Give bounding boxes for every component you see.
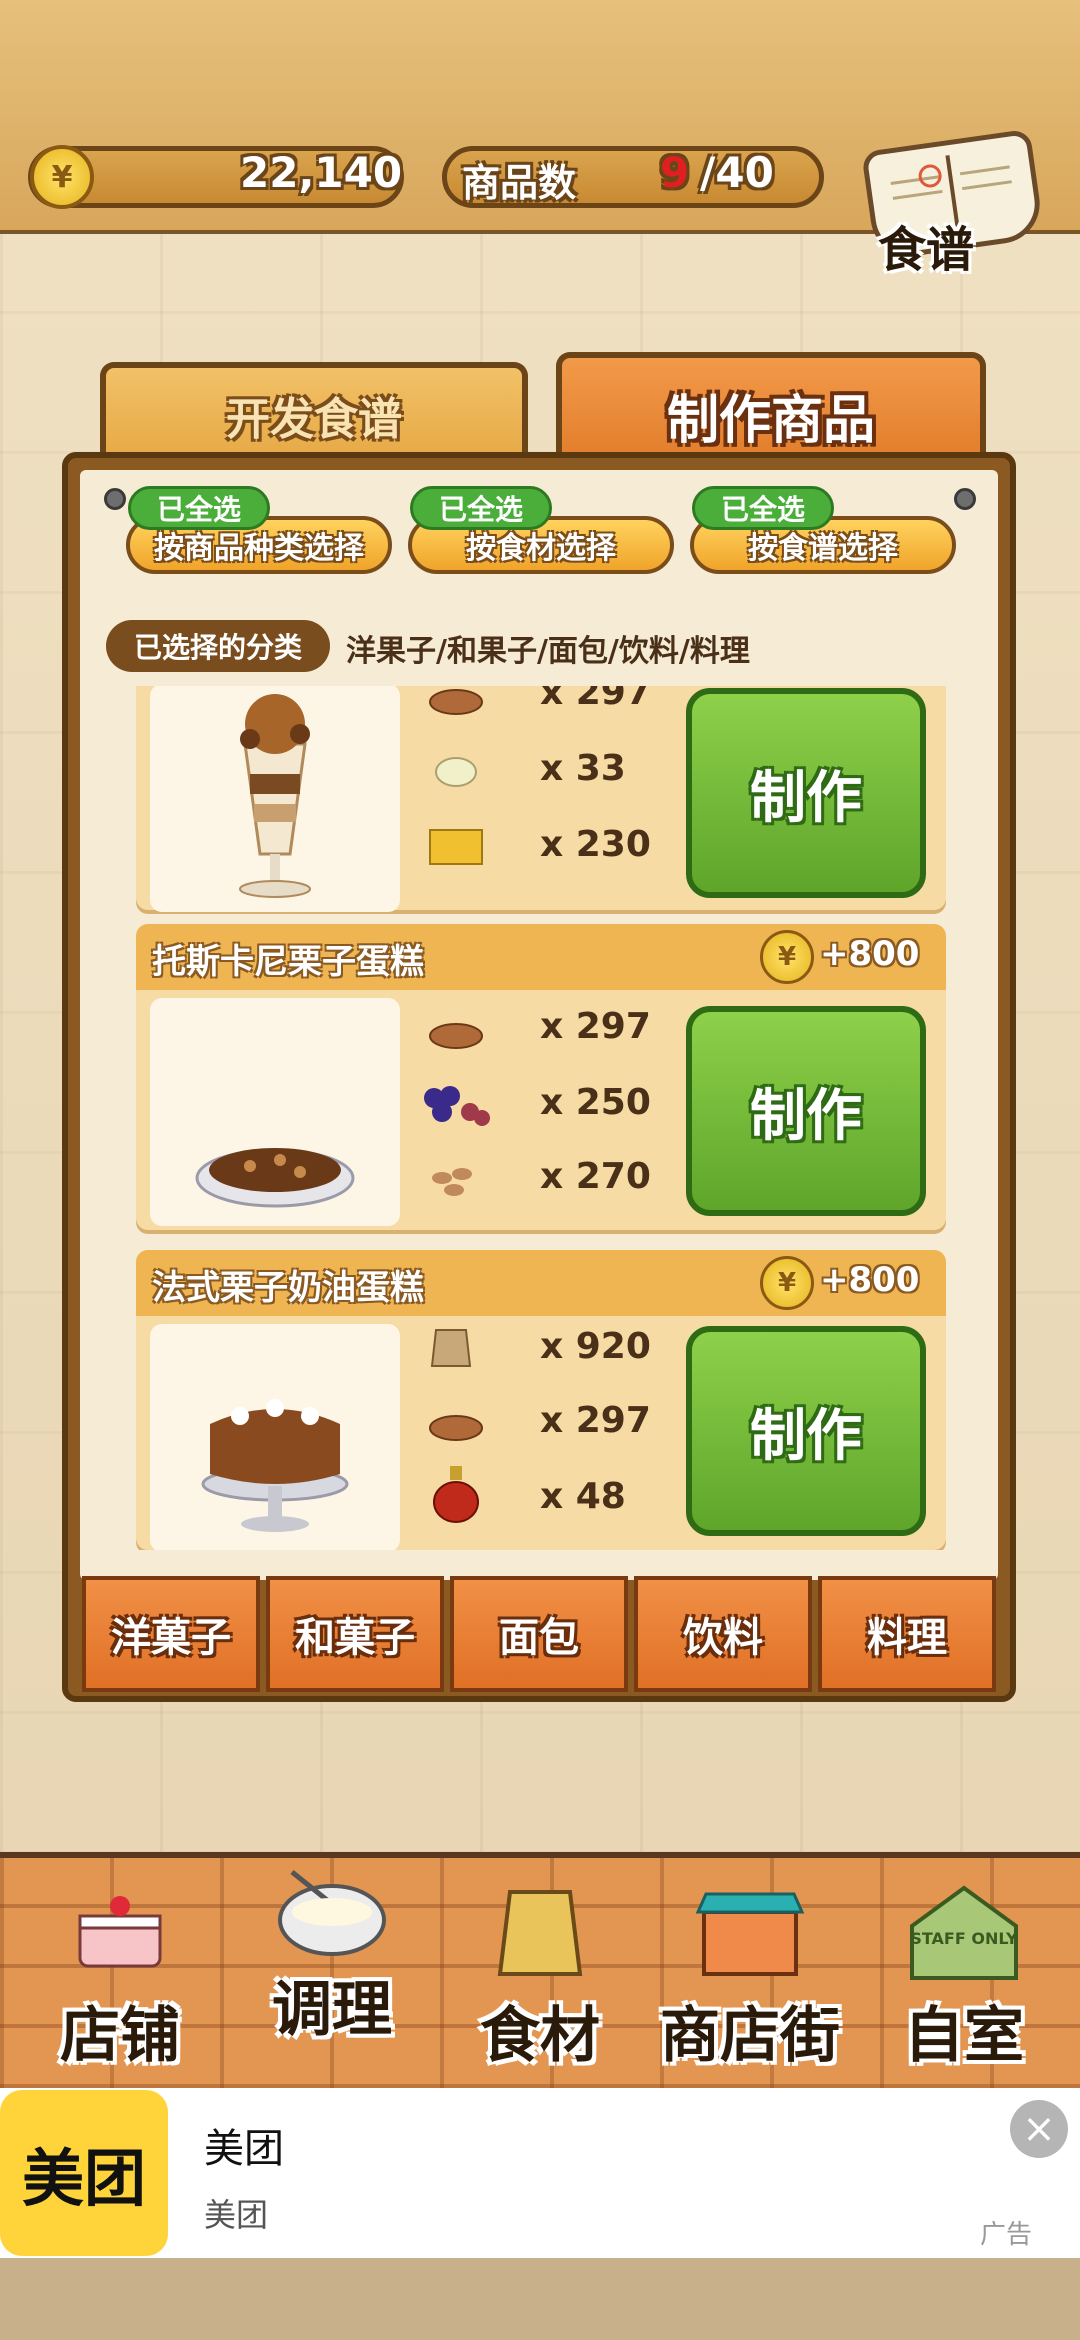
selected-category-value: 洋果子/和果子/面包/饮料/料理 [346,634,750,669]
product-count-label: 商品数 [462,161,577,205]
chestnut-icon [426,1008,486,1054]
svg-text:STAFF ONLY: STAFF ONLY [910,1929,1018,1948]
chestnut-icon [426,1400,486,1446]
category-tab-japanese-sweets[interactable]: 和菓子 [266,1576,444,1692]
ad-title[interactable]: 美团 [204,2116,284,2174]
chestnut-icon [426,686,486,720]
selected-category-chip: 已选择的分类 [106,620,330,672]
nav-cooking-label: 调理 [272,1975,392,2045]
nuts-icon [426,1156,486,1202]
cake-icon [60,1882,180,1972]
make-button[interactable]: 制作 [686,688,926,898]
chestnut-cream-cake-image [150,1324,400,1550]
product-name: 托斯卡尼栗子蛋糕 [152,942,424,982]
nav-ingredients-label: 食材 [480,2001,600,2071]
make-button[interactable]: 制作 [686,1006,926,1216]
make-button[interactable]: 制作 [686,1326,926,1536]
whisk-bowl-icon [272,1862,392,1956]
staff-only-house-icon: STAFF ONLY [904,1882,1024,1980]
ingredient-quantity: x 48 [540,1476,626,1517]
recipe-book-label: 食谱 [878,222,975,278]
ad-subtitle: 美团 [204,2196,269,2234]
nav-cooking[interactable]: 调理 [232,1852,432,2088]
bottom-background [0,2258,1080,2340]
ingredient-quantity: x 250 [540,1082,651,1123]
butter-icon [426,820,486,866]
tab-develop-recipe[interactable]: 开发食谱 [100,362,528,462]
money-value: 22,140 [240,148,403,197]
close-icon[interactable]: × [1010,2100,1068,2158]
pin-icon [954,488,976,510]
product-count-max: /40 [700,148,774,197]
ingredient-quantity: x 33 [540,748,626,789]
nav-shopping-street[interactable]: 商店街 [640,1852,860,2088]
nav-private-room-label: 自室 [904,2001,1024,2071]
product-card: x 297 x 33 x 230 制作 [136,686,946,912]
flour-sack-icon [480,1882,600,1976]
ingredient-quantity: x 297 [540,1006,651,1047]
flour-icon [426,1322,486,1368]
nav-shop[interactable]: 店铺 [20,1852,220,2088]
meituan-logo[interactable]: 美团 [0,2090,168,2256]
filter-all-selected-badge: 已全选 [692,486,834,530]
category-tab-drinks[interactable]: 饮料 [634,1576,812,1692]
coin-icon: ¥ [760,930,814,984]
category-tab-dishes[interactable]: 料理 [818,1576,996,1692]
pin-icon [104,488,126,510]
nav-shopping-street-label: 商店街 [660,2001,840,2071]
product-name: 法式栗子奶油蛋糕 [152,1268,424,1308]
nav-shop-label: 店铺 [60,2001,180,2071]
parfait-image [150,686,400,912]
nav-ingredients[interactable]: 食材 [440,1852,640,2088]
category-tab-bread[interactable]: 面包 [450,1576,628,1692]
coin-icon: ¥ [30,145,94,209]
ingredient-quantity: x 230 [540,824,651,865]
product-reward: +800 [820,934,920,974]
product-card: 法式栗子奶油蛋糕 ¥ +800 x 920 x 297 x 48 制作 [136,1250,946,1550]
filter-all-selected-badge: 已全选 [128,486,270,530]
product-reward: +800 [820,1260,920,1300]
product-card: 托斯卡尼栗子蛋糕 ¥ +800 x 297 x 250 x 270 制作 [136,924,946,1230]
storefront-icon [690,1882,810,1976]
grape-icon [420,1078,492,1134]
ingredient-quantity: x 920 [540,1326,651,1367]
chestnut-tart-image [150,998,400,1226]
ingredient-quantity: x 270 [540,1156,651,1197]
nav-private-room[interactable]: STAFF ONLY 自室 [864,1852,1064,2088]
recipe-book-button[interactable]: 食谱 [861,128,1045,278]
product-count-value: 9 [660,148,690,197]
cream-icon [426,748,486,794]
filter-all-selected-badge: 已全选 [410,486,552,530]
coin-icon: ¥ [760,1256,814,1310]
ingredient-quantity: x 297 [540,686,651,713]
liqueur-icon [426,1464,486,1523]
ad-label: 广告 [980,2220,1033,2250]
ingredient-quantity: x 297 [540,1400,651,1441]
product-list[interactable]: x 297 x 33 x 230 制作 托斯卡尼栗子蛋糕 ¥ +800 x 29… [136,686,946,1550]
category-tab-western-sweets[interactable]: 洋菓子 [82,1576,260,1692]
